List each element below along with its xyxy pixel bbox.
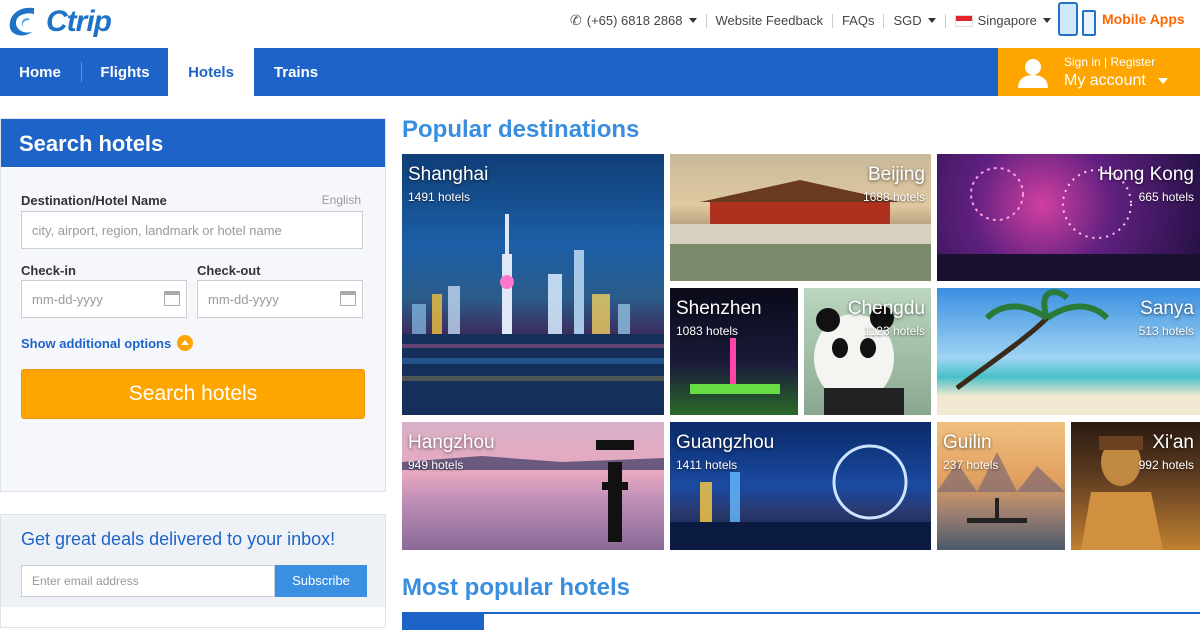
hotel-count: 1411 hotels: [676, 458, 738, 472]
divider: [705, 13, 707, 28]
phone-number[interactable]: (+65) 6818 2868: [587, 13, 683, 28]
deals-footer-strip: [1, 607, 385, 627]
tab-trains[interactable]: Trains: [254, 48, 338, 96]
check-in-placeholder: mm-dd-yyyy: [32, 291, 103, 307]
destination-name: Guilin: [943, 432, 992, 453]
check-in-label: Check-in: [21, 263, 76, 278]
destination-tile-hong-kong[interactable]: Hong Kong 665 hotels: [937, 154, 1200, 281]
hotel-count: 1688 hotels: [862, 190, 925, 204]
destination-tile-guangzhou[interactable]: Guangzhou 1411 hotels: [670, 422, 931, 550]
logo-text: Ctrip: [46, 5, 112, 38]
currency-caret-icon[interactable]: [927, 18, 936, 23]
destination-name: Beijing: [867, 164, 925, 185]
destination-tile-guilin[interactable]: Guilin 237 hotels: [937, 422, 1065, 550]
logo-swirl-icon: [9, 7, 34, 36]
ctrip-logo[interactable]: Ctrip: [4, 2, 112, 42]
destination-name: Chengdu: [847, 298, 925, 319]
sign-in-register-link[interactable]: Sign in | Register: [1064, 55, 1155, 69]
top-links: ✆ (+65) 6818 2868 Website Feedback FAQs …: [570, 12, 1051, 29]
tab-flights[interactable]: Flights: [82, 48, 168, 96]
phone-device-icon: [1082, 10, 1096, 36]
country-caret-icon[interactable]: [1042, 18, 1051, 23]
hotel-count: 1123 hotels: [863, 324, 925, 338]
check-out-placeholder: mm-dd-yyyy: [208, 291, 279, 307]
phone-dropdown-caret-icon[interactable]: [688, 18, 697, 23]
subscribe-button[interactable]: Subscribe: [275, 565, 367, 597]
faqs-link[interactable]: FAQs: [842, 13, 875, 28]
destination-name: Hangzhou: [408, 432, 495, 453]
hotel-count: 1083 hotels: [676, 324, 739, 338]
hotel-count: 237 hotels: [943, 458, 999, 472]
calendar-icon[interactable]: [164, 291, 180, 306]
check-out-field[interactable]: mm-dd-yyyy: [197, 280, 363, 318]
mobile-apps-link[interactable]: Mobile Apps: [1058, 0, 1200, 38]
destination-name: Shanghai: [408, 164, 489, 185]
hotel-count: 992 hotels: [1138, 458, 1194, 472]
search-hotels-button[interactable]: Search hotels: [21, 369, 365, 419]
search-panel-title: Search hotels: [1, 119, 385, 167]
mobile-apps-label: Mobile Apps: [1102, 11, 1185, 27]
destination-label: Destination/Hotel Name: [21, 193, 167, 208]
hotel-city-tabs: [402, 612, 1200, 630]
popular-destinations-title: Popular destinations: [402, 116, 640, 143]
check-in-field[interactable]: mm-dd-yyyy: [21, 280, 187, 318]
show-additional-options-link[interactable]: Show additional options: [21, 335, 194, 351]
divider: [883, 13, 885, 28]
singapore-flag-icon: [954, 14, 973, 27]
hotel-count: 949 hotels: [408, 458, 464, 472]
divider: [944, 13, 946, 28]
destination-tile-beijing[interactable]: Beijing 1688 hotels: [670, 154, 931, 281]
search-hotels-panel: Search hotels Destination/Hotel Name Eng…: [0, 118, 386, 492]
deals-newsletter: Get great deals delivered to your inbox!…: [0, 514, 386, 628]
calendar-icon[interactable]: [340, 291, 356, 306]
destination-tile-hangzhou[interactable]: Hangzhou 949 hotels: [402, 422, 664, 550]
destination-tile-shenzhen[interactable]: Shenzhen 1083 hotels: [670, 288, 798, 415]
tab-hotels[interactable]: Hotels: [168, 48, 254, 96]
country-selector[interactable]: Singapore: [978, 13, 1037, 28]
hotel-count: 665 hotels: [1138, 190, 1194, 204]
chevron-up-icon: [177, 335, 194, 351]
user-icon: [1018, 59, 1048, 88]
my-account-text: My account: [1064, 72, 1146, 89]
destination-tile-sanya[interactable]: Sanya 513 hotels: [937, 288, 1200, 415]
destination-name: Guangzhou: [676, 432, 775, 453]
currency-selector[interactable]: SGD: [893, 13, 921, 28]
destination-name: Xi'an: [1152, 432, 1194, 453]
phone-icon: ✆: [570, 12, 582, 28]
check-out-label: Check-out: [197, 263, 261, 278]
hotel-count: 1491 hotels: [408, 190, 471, 204]
top-bar: Ctrip ✆ (+65) 6818 2868 Website Feedback…: [0, 0, 1200, 48]
tab-home[interactable]: Home: [0, 48, 80, 96]
destination-tile-shanghai[interactable]: Shanghai 1491 hotels: [402, 154, 664, 415]
website-feedback-link[interactable]: Website Feedback: [716, 13, 823, 28]
phone-device-icon: [1058, 2, 1078, 36]
destination-name: Sanya: [1140, 298, 1194, 319]
destination-tile-chengdu[interactable]: Chengdu 1123 hotels: [804, 288, 931, 415]
destination-name: Hong Kong: [1098, 164, 1194, 185]
destination-name: Shenzhen: [676, 298, 762, 319]
destination-input[interactable]: city, airport, region, landmark or hotel…: [21, 211, 363, 249]
destination-tile-xian[interactable]: Xi'an 992 hotels: [1071, 422, 1200, 550]
divider: [831, 13, 833, 28]
my-account-menu[interactable]: Sign in | Register My account: [998, 48, 1200, 96]
additional-options-text: Show additional options: [21, 335, 172, 351]
account-caret-icon: [1158, 77, 1169, 84]
deals-title: Get great deals delivered to your inbox!: [21, 529, 336, 549]
my-account-label[interactable]: My account: [1064, 72, 1169, 90]
hotel-count: 513 hotels: [1138, 324, 1194, 338]
most-popular-hotels-title: Most popular hotels: [402, 574, 630, 601]
language-label[interactable]: English: [322, 193, 361, 207]
email-input[interactable]: Enter email address: [21, 565, 275, 597]
